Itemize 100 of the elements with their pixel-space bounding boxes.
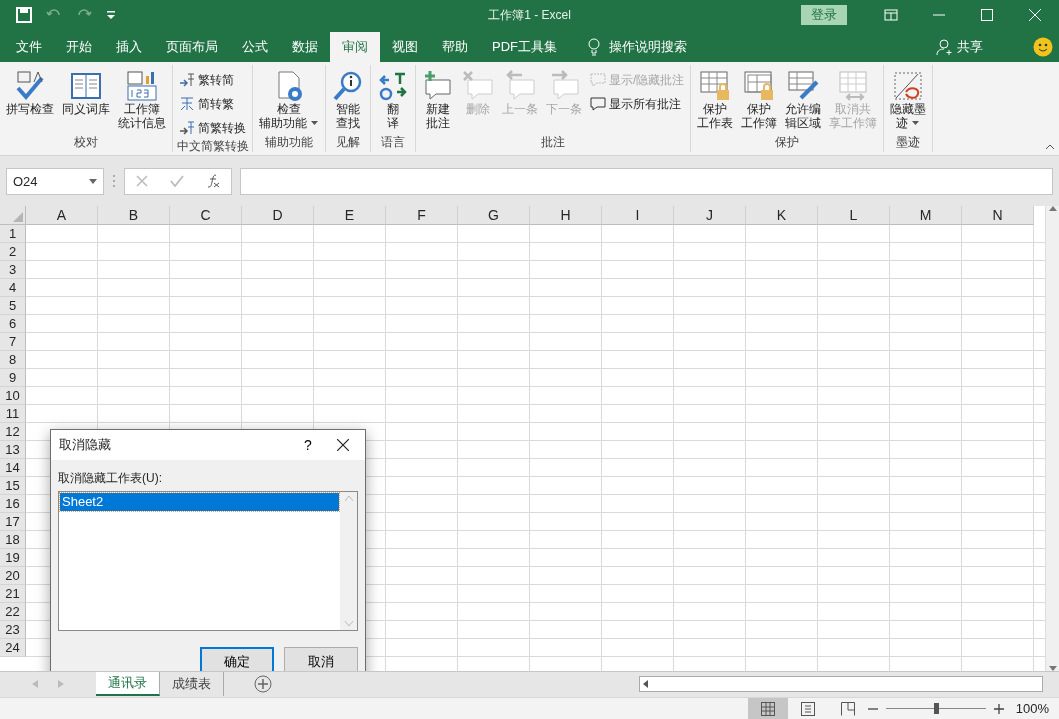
- zoom-in-icon[interactable]: [993, 703, 1004, 714]
- ribbon-button[interactable]: 显示所有批注: [587, 94, 688, 114]
- column-header[interactable]: D: [242, 206, 314, 225]
- save-icon[interactable]: [16, 7, 32, 23]
- ribbon-tab[interactable]: 审阅: [330, 32, 380, 62]
- column-header[interactable]: I: [602, 206, 674, 225]
- row-header[interactable]: 24: [0, 639, 26, 657]
- ribbon-tab[interactable]: 文件: [4, 32, 54, 62]
- name-box[interactable]: O24: [6, 167, 104, 195]
- column-header[interactable]: G: [458, 206, 530, 225]
- row-header[interactable]: 9: [0, 369, 26, 387]
- view-button[interactable]: [747, 697, 788, 719]
- ribbon-tab[interactable]: 视图: [380, 32, 430, 62]
- row-header[interactable]: 4: [0, 279, 26, 297]
- column-header[interactable]: A: [26, 206, 98, 225]
- ribbon-button[interactable]: 工作簿 统计信息: [115, 68, 169, 134]
- page-icon: [800, 701, 815, 716]
- column-header[interactable]: L: [818, 206, 890, 225]
- sign-in-button[interactable]: 登录: [801, 5, 847, 25]
- column-header[interactable]: H: [530, 206, 602, 225]
- column-header[interactable]: F: [386, 206, 458, 225]
- ribbon-button[interactable]: 同义词库: [59, 68, 113, 134]
- row-header[interactable]: 17: [0, 513, 26, 531]
- ribbon-button[interactable]: 新建 批注: [419, 68, 457, 134]
- ribbon-button[interactable]: 简繁转换: [176, 118, 249, 138]
- ribbon-button[interactable]: 检查 辅助功能: [256, 68, 322, 134]
- row-header[interactable]: 23: [0, 621, 26, 639]
- row-header[interactable]: 16: [0, 495, 26, 513]
- ribbon-button[interactable]: 拼写检查: [3, 68, 57, 134]
- check-icon[interactable]: [170, 175, 184, 187]
- ribbon-tab[interactable]: PDF工具集: [480, 32, 569, 62]
- ribbon-tab[interactable]: 公式: [230, 32, 280, 62]
- sheet-list-item[interactable]: Sheet2: [60, 493, 339, 511]
- ribbon-button[interactable]: 简转繁: [176, 94, 249, 114]
- customize-icon[interactable]: [106, 10, 116, 20]
- row-header[interactable]: 7: [0, 333, 26, 351]
- row-header[interactable]: 6: [0, 315, 26, 333]
- row-header[interactable]: 20: [0, 567, 26, 585]
- close-icon[interactable]: [1029, 9, 1041, 21]
- column-header[interactable]: B: [98, 206, 170, 225]
- ribbon-display-icon[interactable]: [884, 9, 898, 21]
- row-header[interactable]: 5: [0, 297, 26, 315]
- group-label: 语言: [380, 134, 406, 151]
- column-header[interactable]: E: [314, 206, 386, 225]
- ribbon-button[interactable]: 翻 译: [374, 68, 412, 134]
- column-header[interactable]: K: [746, 206, 818, 225]
- ribbon-tab[interactable]: 数据: [280, 32, 330, 62]
- row-header[interactable]: 8: [0, 351, 26, 369]
- ribbon-tab[interactable]: 页面布局: [154, 32, 230, 62]
- dialog-button[interactable]: 取消: [284, 647, 358, 671]
- sheet-pencil-icon: [787, 70, 820, 102]
- ribbon-button[interactable]: 保护 工作簿: [738, 68, 781, 134]
- ribbon-button[interactable]: 繁转简: [176, 70, 249, 90]
- ribbon-button[interactable]: 隐藏墨 迹: [887, 68, 930, 134]
- ribbon-tab[interactable]: 插入: [104, 32, 154, 62]
- ribbon-button[interactable]: 保护 工作表: [694, 68, 737, 134]
- row-header[interactable]: 13: [0, 441, 26, 459]
- vertical-scrollbar[interactable]: [1045, 206, 1059, 671]
- workbook-lock-icon: [743, 70, 776, 102]
- help-button[interactable]: ?: [295, 436, 321, 454]
- row-header[interactable]: 19: [0, 549, 26, 567]
- row-header[interactable]: 14: [0, 459, 26, 477]
- add-sheet-icon[interactable]: [254, 675, 272, 693]
- window-title: 工作簿1 - Excel: [488, 6, 571, 24]
- row-header[interactable]: 15: [0, 477, 26, 495]
- zoom-thumb[interactable]: [933, 703, 939, 714]
- scroll-up-icon: [344, 496, 353, 501]
- ribbon-tab[interactable]: 帮助: [430, 32, 480, 62]
- ribbon-button[interactable]: 允许编 辑区域: [782, 68, 825, 134]
- row-header[interactable]: 22: [0, 603, 26, 621]
- group-label: 辅助功能: [264, 134, 314, 151]
- horizontal-scrollbar[interactable]: [639, 676, 1043, 692]
- zoom-level[interactable]: 100%: [1015, 701, 1049, 716]
- column-header[interactable]: J: [674, 206, 746, 225]
- row-header[interactable]: 10: [0, 387, 26, 405]
- row-header[interactable]: 18: [0, 531, 26, 549]
- smiley-icon[interactable]: [1033, 37, 1053, 57]
- function-icon[interactable]: [206, 174, 220, 188]
- comment-icon: [590, 96, 606, 112]
- share-button[interactable]: 共享: [957, 38, 983, 56]
- sheet-tab[interactable]: 通讯录: [96, 672, 160, 696]
- column-header[interactable]: N: [962, 206, 1034, 225]
- row-header[interactable]: 11: [0, 405, 26, 423]
- row-header[interactable]: 21: [0, 585, 26, 603]
- column-header[interactable]: M: [890, 206, 962, 225]
- tell-me-search[interactable]: 操作说明搜索: [609, 38, 687, 56]
- sheet-tab[interactable]: 成绩表: [160, 672, 224, 696]
- dialog-button[interactable]: 确定: [200, 647, 274, 671]
- book-icon: [70, 70, 102, 102]
- row-header[interactable]: 2: [0, 243, 26, 261]
- ribbon-tab[interactable]: 开始: [54, 32, 104, 62]
- column-header[interactable]: C: [170, 206, 242, 225]
- page-break-icon: [840, 701, 855, 716]
- row-header[interactable]: 3: [0, 261, 26, 279]
- maximize-icon[interactable]: [981, 9, 993, 21]
- character-icon: [179, 96, 195, 112]
- row-header[interactable]: 12: [0, 423, 26, 441]
- collapse-ribbon-icon[interactable]: [1045, 144, 1055, 150]
- ribbon-button[interactable]: 智能 查找: [329, 68, 367, 134]
- row-header[interactable]: 1: [0, 225, 26, 243]
